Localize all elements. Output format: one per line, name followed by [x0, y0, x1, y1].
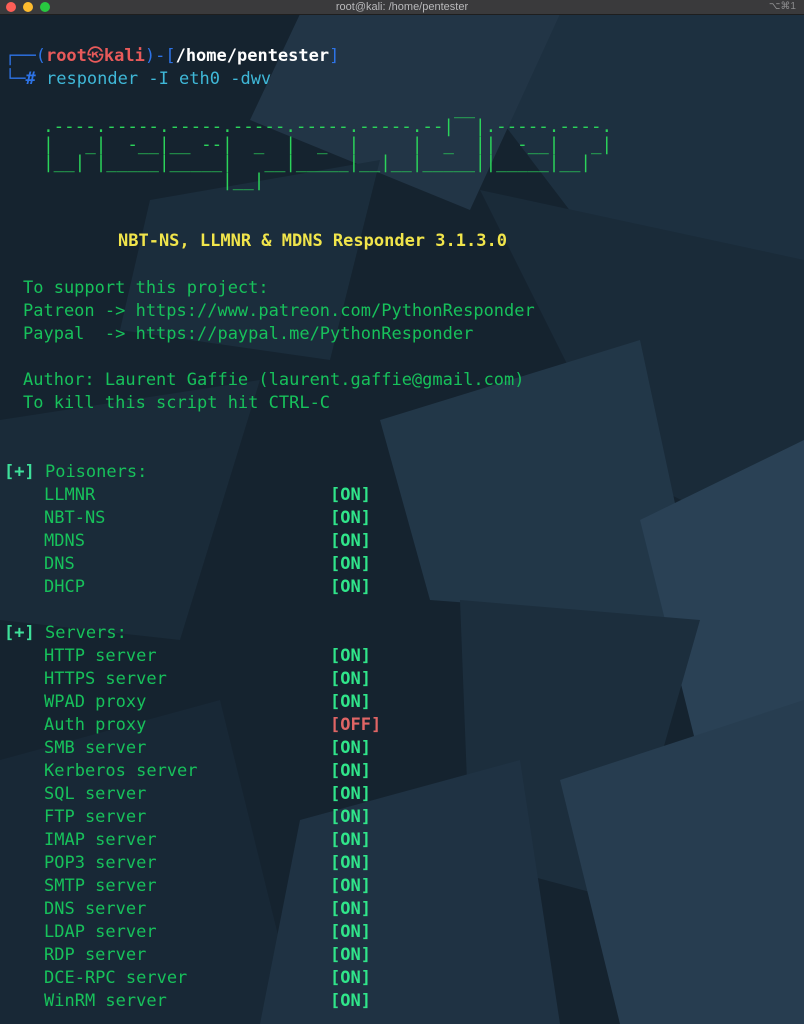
poisoner-status: [ON] — [330, 554, 371, 574]
server-name: SMTP server — [44, 876, 157, 896]
server-name: RDP server — [44, 945, 147, 965]
window-shortcut: ⌥⌘1 — [768, 1, 796, 12]
command-name: responder — [45, 69, 139, 89]
poisoner-name: DHCP — [44, 577, 85, 597]
poisoner-name: DNS — [44, 554, 75, 574]
server-name: FTP server — [44, 807, 147, 827]
server-name: SMB server — [44, 738, 147, 758]
server-status: [ON] — [330, 853, 371, 873]
support-text: To support this project: — [23, 278, 269, 298]
server-name: POP3 server — [44, 853, 157, 873]
prompt-hash: # — [25, 69, 36, 89]
server-name: DNS server — [44, 899, 147, 919]
poisoner-status: [ON] — [330, 577, 371, 597]
server-status: [ON] — [330, 922, 371, 942]
paypal-line: Paypal -> https://paypal.me/PythonRespon… — [23, 324, 474, 344]
server-status: [ON] — [330, 738, 371, 758]
server-status: [ON] — [330, 807, 371, 827]
server-status: [ON] — [330, 899, 371, 919]
server-name: HTTPS server — [44, 669, 167, 689]
server-name: WPAD proxy — [44, 692, 147, 712]
section-title: Servers: — [44, 623, 127, 643]
server-name: HTTP server — [44, 646, 157, 666]
servers-header: [+] Servers: — [4, 622, 127, 645]
server-name: Kerberos server — [44, 761, 198, 781]
prompt-user: root — [45, 46, 87, 66]
command-args: -I eth0 -dwv — [138, 69, 272, 89]
server-name: WinRM server — [44, 991, 167, 1011]
author-line: Author: Laurent Gaffie (laurent.gaffie@g… — [23, 370, 525, 390]
terminal-output[interactable]: ┌──(root㉿kali)-[/home/pentester] └─# res… — [0, 14, 804, 1024]
section-marker: [+] — [4, 623, 35, 643]
server-name: Auth proxy — [44, 715, 147, 735]
poisoner-name: LLMNR — [44, 485, 96, 505]
poisoner-status: [ON] — [330, 485, 371, 505]
server-status: [ON] — [330, 761, 371, 781]
patreon-line: Patreon -> https://www.patreon.com/Pytho… — [23, 301, 535, 321]
poisoners-header: [+] Poisoners: — [4, 461, 147, 484]
server-name: IMAP server — [44, 830, 157, 850]
prompt-path: /home/pentester — [175, 46, 330, 66]
server-status: [ON] — [330, 945, 371, 965]
window-titlebar: root@kali: /home/pentester ⌥⌘1 — [0, 0, 804, 15]
responder-ascii-banner: __ .----.-----.-----.-----.-----.-----.-… — [43, 99, 613, 191]
server-status: [ON] — [330, 692, 371, 712]
server-name: SQL server — [44, 784, 147, 804]
server-status: [OFF] — [330, 715, 382, 735]
kill-hint-line: To kill this script hit CTRL-C — [23, 393, 331, 413]
server-status: [ON] — [330, 991, 371, 1011]
server-status: [ON] — [330, 968, 371, 988]
server-status: [ON] — [330, 784, 371, 804]
prompt-context-line: ┌──(root㉿kali)-[/home/pentester] — [5, 46, 340, 66]
window-title: root@kali: /home/pentester — [335, 1, 469, 13]
section-marker: [+] — [4, 462, 35, 482]
poisoner-status: [ON] — [330, 531, 371, 551]
server-name: DCE-RPC server — [44, 968, 188, 988]
server-status: [ON] — [330, 876, 371, 896]
server-name: LDAP server — [44, 922, 157, 942]
prompt-host: kali — [103, 46, 145, 66]
command-line: └─# responder -I eth0 -dwv — [5, 69, 272, 89]
section-title: Poisoners: — [44, 462, 148, 482]
poisoner-name: MDNS — [44, 531, 85, 551]
prompt-symbol: ㉿ — [86, 46, 104, 66]
server-status: [ON] — [330, 830, 371, 850]
poisoner-status: [ON] — [330, 508, 371, 528]
banner-subtitle: NBT-NS, LLMNR & MDNS Responder 3.1.3.0 — [118, 231, 507, 251]
poisoner-name: NBT-NS — [44, 508, 106, 528]
server-status: [ON] — [330, 669, 371, 689]
server-status: [ON] — [330, 646, 371, 666]
